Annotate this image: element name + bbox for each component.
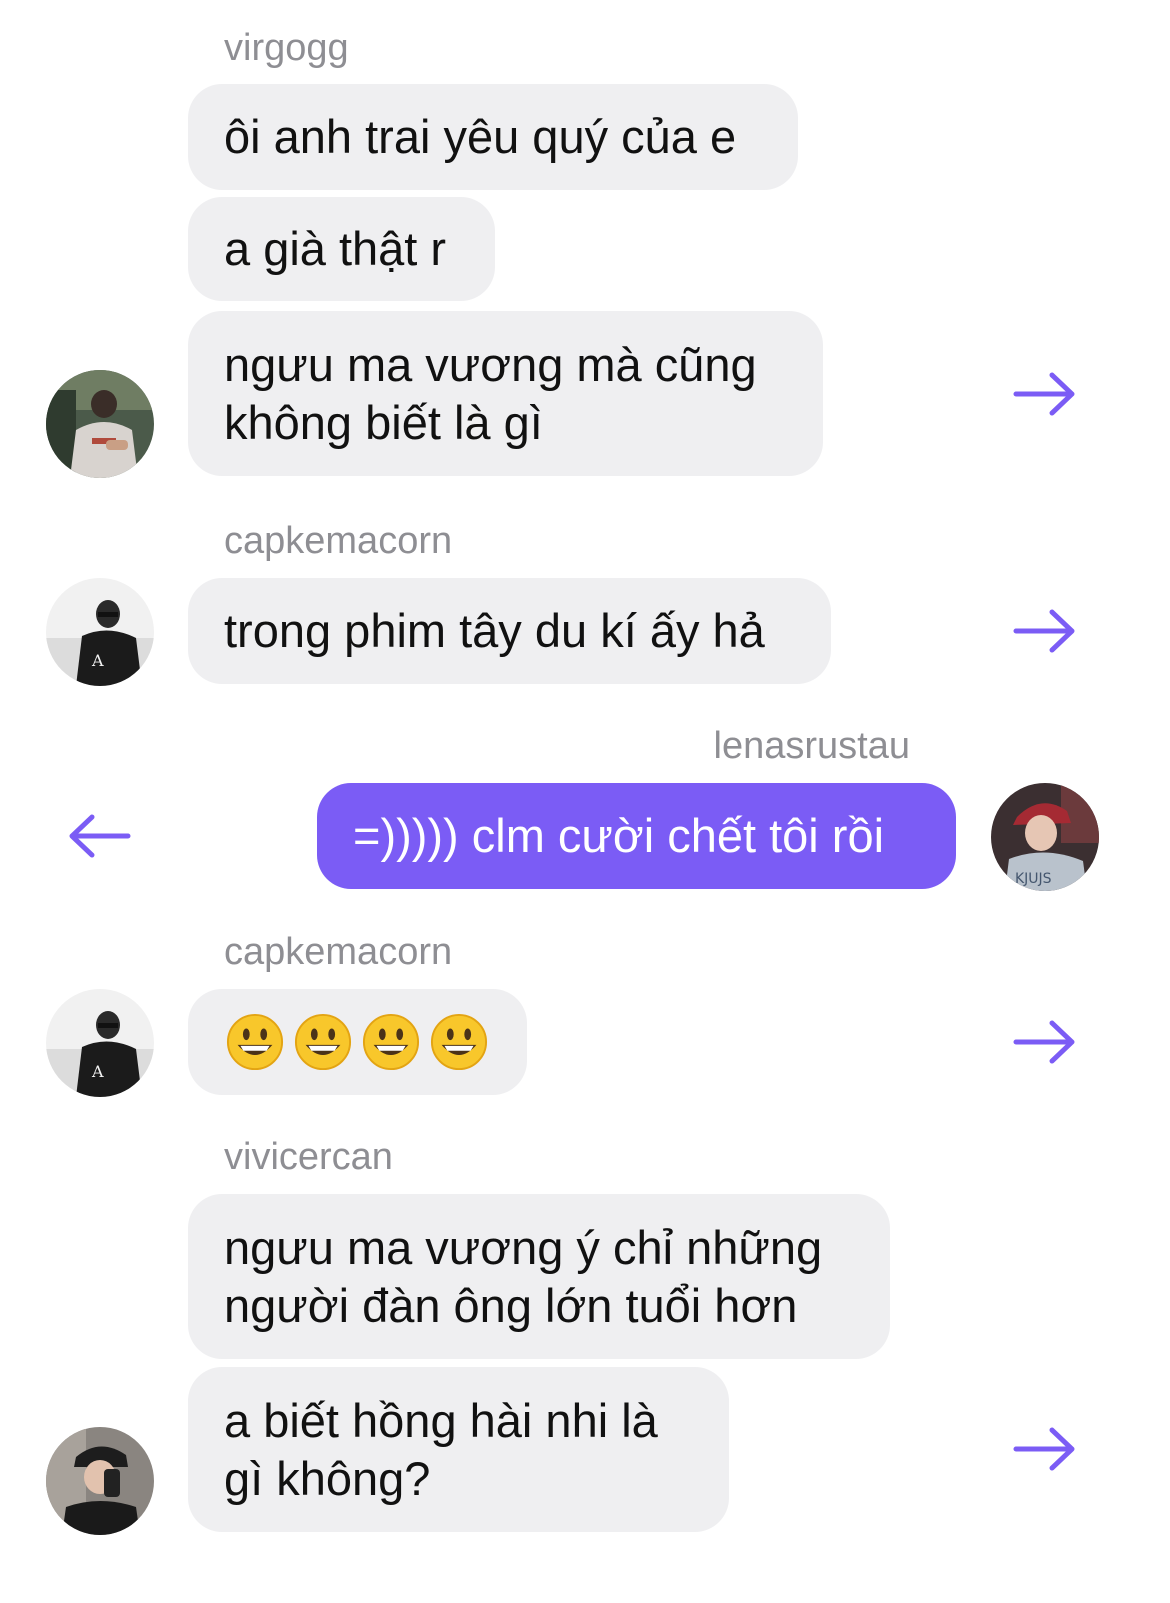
avatar[interactable]: A [46, 989, 154, 1097]
message-bubble[interactable]: a biết hồng hài nhi là gì không? [188, 1367, 729, 1532]
svg-text:A: A [91, 1062, 104, 1081]
avatar[interactable] [46, 1427, 154, 1535]
emoji-row [226, 1013, 488, 1071]
sender-name: lenasrustau [713, 725, 910, 767]
avatar[interactable]: KJUJS [991, 783, 1099, 891]
grinning-face-icon [294, 1013, 352, 1071]
avatar[interactable]: A [46, 578, 154, 686]
grinning-face-icon [362, 1013, 420, 1071]
avatar[interactable] [46, 370, 154, 478]
grinning-face-icon [430, 1013, 488, 1071]
message-bubble[interactable]: a già thật r [188, 197, 495, 301]
svg-text:A: A [91, 651, 104, 670]
svg-text:KJUJS: KJUJS [1015, 871, 1052, 887]
message-bubble[interactable]: ngưu ma vương ý chỉ những người đàn ông … [188, 1194, 890, 1359]
message-bubble[interactable]: trong phim tây du kí ấy hả [188, 578, 831, 684]
message-bubble[interactable]: =))))) clm cười chết tôi rồi [317, 783, 956, 889]
sender-name: capkemacorn [224, 931, 453, 973]
message-bubble[interactable]: ngưu ma vương mà cũng không biết là gì [188, 311, 823, 476]
back-arrow-icon[interactable] [64, 811, 134, 861]
message-bubble[interactable]: ôi anh trai yêu quý của e [188, 84, 798, 190]
sender-name: capkemacorn [224, 520, 453, 562]
forward-arrow-icon[interactable] [1010, 1424, 1080, 1474]
grinning-face-icon [226, 1013, 284, 1071]
forward-arrow-icon[interactable] [1010, 1017, 1080, 1067]
message-bubble-emoji[interactable] [188, 989, 527, 1095]
sender-name: vivicercan [224, 1136, 393, 1178]
forward-arrow-icon[interactable] [1010, 606, 1080, 656]
sender-name: virgogg [224, 27, 349, 69]
forward-arrow-icon[interactable] [1010, 369, 1080, 419]
